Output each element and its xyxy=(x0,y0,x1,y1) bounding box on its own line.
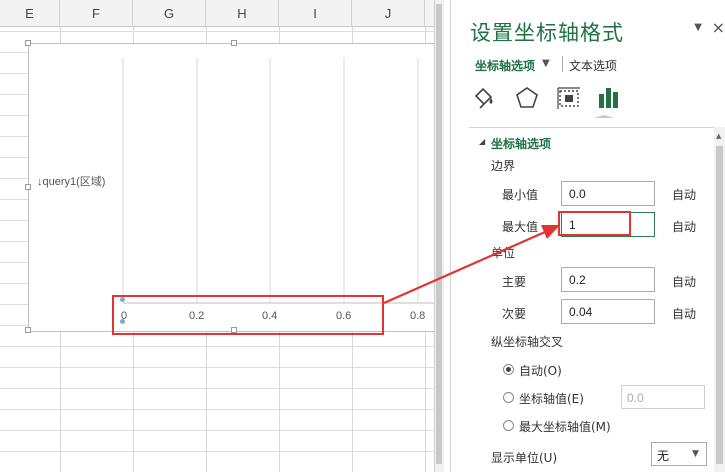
display-units-label: 显示单位(U) xyxy=(491,451,558,465)
tab-separator xyxy=(562,56,563,72)
column-header-h[interactable]: H xyxy=(206,0,279,27)
units-label: 单位 xyxy=(491,246,516,260)
effects-icon[interactable] xyxy=(513,84,541,112)
chevron-down-icon[interactable]: ▼ xyxy=(692,449,699,459)
tab-dropdown-icon[interactable]: ▼ xyxy=(542,58,550,69)
vertical-axis-crosses-label: 纵坐标轴交叉 xyxy=(491,335,564,349)
fill-line-icon[interactable] xyxy=(470,84,498,112)
column-header-i[interactable]: I xyxy=(279,0,352,27)
chart-area[interactable]: ↓query1(区域) 0 0.2 0.4 0.6 0.8 xyxy=(25,40,441,333)
column-header-f[interactable]: F xyxy=(60,0,133,27)
tab-axis-options[interactable]: 坐标轴选项 xyxy=(475,57,535,74)
cross-auto-radio[interactable] xyxy=(503,364,514,375)
maximum-auto-label[interactable]: 自动 xyxy=(672,218,696,235)
cross-axis-value-radio[interactable] xyxy=(503,392,514,403)
pane-scroll-thumb[interactable] xyxy=(716,146,723,464)
minimum-auto-label[interactable]: 自动 xyxy=(672,186,696,203)
minor-unit-label: 次要 xyxy=(502,307,527,321)
resize-handle-left[interactable] xyxy=(25,184,31,190)
cross-axis-value-label[interactable]: 坐标轴值(E) xyxy=(519,390,584,407)
series-label: ↓query1(区域) xyxy=(37,176,106,188)
collapse-icon[interactable]: ◢ xyxy=(479,137,485,146)
pane-options-icon[interactable]: ▼ xyxy=(694,22,702,33)
annotation-box-axis xyxy=(112,295,384,335)
pane-divider xyxy=(469,127,724,128)
cross-axis-value-input[interactable]: 0.0 xyxy=(621,385,705,409)
sheet-vertical-scrollbar[interactable] xyxy=(434,0,444,472)
size-properties-icon[interactable] xyxy=(555,84,583,112)
column-header-row: E F G H I J xyxy=(0,0,435,27)
bounds-label: 边界 xyxy=(491,159,516,173)
cross-auto-label[interactable]: 自动(O) xyxy=(519,362,562,379)
tab-text-options[interactable]: 文本选项 xyxy=(569,57,617,74)
major-unit-input[interactable]: 0.2 xyxy=(561,267,655,292)
cross-max-radio[interactable] xyxy=(503,420,514,431)
minor-unit-input[interactable]: 0.04 xyxy=(561,299,655,324)
axis-options-icon[interactable] xyxy=(595,84,623,112)
column-header-g[interactable]: G xyxy=(133,0,206,27)
active-tab-indicator xyxy=(594,115,614,118)
resize-handle-top-left[interactable] xyxy=(25,40,31,46)
axis-tick-label: 0.8 xyxy=(410,310,426,322)
minimum-bound-input[interactable]: 0.0 xyxy=(561,181,655,206)
column-header-j[interactable]: J xyxy=(352,0,425,27)
maximum-label: 最大值 xyxy=(502,220,539,234)
column-header-e[interactable]: E xyxy=(0,0,60,27)
cross-max-label[interactable]: 最大坐标轴值(M) xyxy=(519,418,611,435)
major-auto-label[interactable]: 自动 xyxy=(672,273,696,290)
pane-title: 设置坐标轴格式 xyxy=(470,21,624,45)
resize-handle-top[interactable] xyxy=(231,40,237,46)
major-unit-label: 主要 xyxy=(502,275,527,289)
minimum-label: 最小值 xyxy=(502,188,539,202)
annotation-box-maximum xyxy=(558,211,631,236)
section-title-axis-options[interactable]: 坐标轴选项 xyxy=(491,135,551,152)
sheet-scroll-thumb[interactable] xyxy=(436,4,442,464)
resize-handle-bottom-left[interactable] xyxy=(25,327,31,333)
close-button[interactable]: × xyxy=(712,18,725,37)
scroll-up-icon[interactable]: ▲ xyxy=(716,132,721,140)
minor-auto-label[interactable]: 自动 xyxy=(672,305,696,322)
